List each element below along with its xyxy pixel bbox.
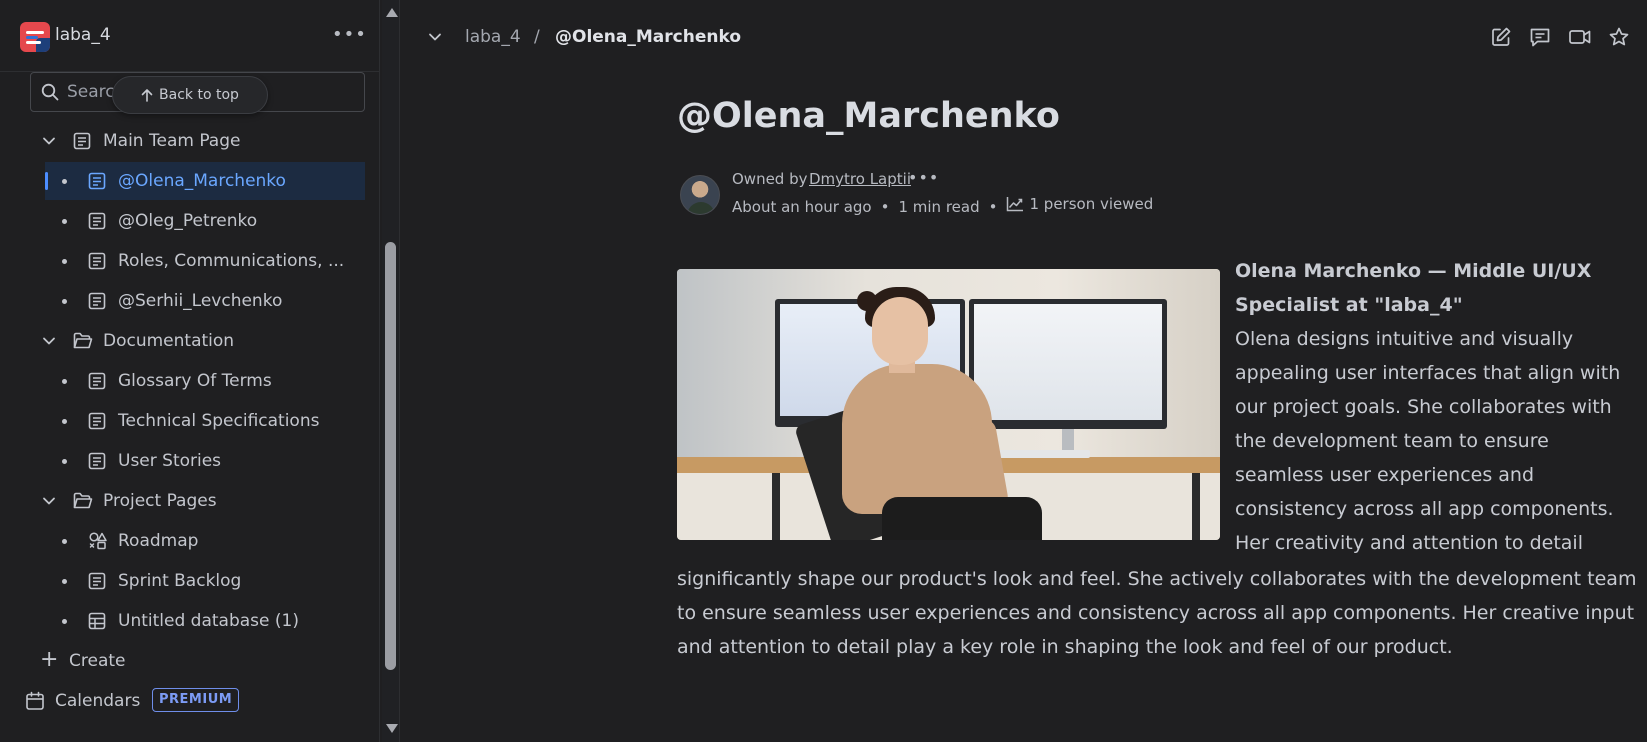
- page-icon: [88, 292, 106, 310]
- page-icon: [88, 412, 106, 430]
- arrow-up-icon: [141, 89, 153, 102]
- folder-open-icon: [73, 332, 93, 349]
- tree-item-label: Sprint Backlog: [118, 571, 242, 591]
- read-time: 1 min read: [898, 198, 980, 216]
- page-icon: [88, 252, 106, 270]
- tree-item-label: Technical Specifications: [118, 411, 320, 431]
- tree-item-project-pages[interactable]: Project Pages: [0, 482, 380, 520]
- tree-item-label: Untitled database (1): [118, 611, 299, 631]
- chevron-down-icon[interactable]: [42, 494, 56, 508]
- bio-heading: Olena Marchenko — Middle UI/UX Specialis…: [1235, 260, 1592, 316]
- tree-item-technical-specifications[interactable]: Technical Specifications: [0, 402, 380, 440]
- breadcrumb-separator: /: [534, 27, 540, 47]
- bullet-icon: [62, 379, 67, 384]
- bio-paragraph-side: Olena designs intuitive and visually app…: [1235, 328, 1621, 554]
- tree-item-main-team-page[interactable]: Main Team Page: [0, 122, 380, 160]
- tree-item-olena-marchenko[interactable]: @Olena_Marchenko: [45, 162, 365, 200]
- space-logo-icon[interactable]: [20, 22, 50, 52]
- tree-item-sprint-backlog[interactable]: Sprint Backlog: [0, 562, 380, 600]
- owner-avatar[interactable]: [680, 175, 720, 215]
- video-icon[interactable]: [1568, 26, 1592, 48]
- scroll-up-arrow-icon[interactable]: [386, 8, 398, 17]
- breadcrumb-space[interactable]: laba_4: [465, 27, 521, 47]
- bullet-icon: [62, 579, 67, 584]
- tree-item-user-stories[interactable]: User Stories: [0, 442, 380, 480]
- scroll-down-arrow-icon[interactable]: [386, 724, 398, 733]
- tree-item-oleg-petrenko[interactable]: @Oleg_Petrenko: [0, 202, 380, 240]
- plus-icon: +: [40, 647, 59, 672]
- chevron-down-icon[interactable]: [428, 30, 442, 44]
- bullet-icon: [62, 259, 67, 264]
- profile-photo[interactable]: [677, 269, 1220, 540]
- search-icon: [41, 83, 59, 101]
- tree-item-roadmap[interactable]: Roadmap: [0, 522, 380, 560]
- tree-item-documentation[interactable]: Documentation: [0, 322, 380, 360]
- breadcrumb-current[interactable]: @Olena_Marchenko: [555, 27, 741, 47]
- bullet-icon: [62, 539, 67, 544]
- bullet-icon: [62, 619, 67, 624]
- tree-item-label: @Serhii_Levchenko: [118, 291, 283, 311]
- app: laba_4 ••• Back to top Main Team Page: [0, 0, 1647, 742]
- calendars-label: Calendars: [55, 691, 141, 711]
- page-icon: [88, 172, 106, 190]
- page-meta: About an hour ago • 1 min read • 1 person vi…: [732, 195, 1153, 216]
- back-to-top-label: Back to top: [159, 87, 239, 103]
- owner-more-icon[interactable]: •••: [908, 168, 939, 187]
- page-title: @Olena_Marchenko: [677, 96, 1060, 136]
- views-label: 1 person viewed: [1029, 195, 1154, 213]
- space-name[interactable]: laba_4: [55, 25, 111, 45]
- sidebar-header: laba_4 •••: [0, 0, 380, 72]
- calendar-icon: [26, 691, 44, 710]
- page-icon: [88, 212, 106, 230]
- analytics-chart-icon: [1007, 197, 1024, 212]
- scrollbar-thumb[interactable]: [385, 242, 396, 670]
- bullet-icon: [62, 419, 67, 424]
- database-table-icon: [88, 612, 106, 630]
- topbar: laba_4 / @Olena_Marchenko: [400, 0, 1647, 76]
- create-label: Create: [69, 651, 126, 671]
- comment-icon[interactable]: [1529, 26, 1551, 48]
- chevron-down-icon[interactable]: [42, 134, 56, 148]
- page-icon: [88, 572, 106, 590]
- edit-icon[interactable]: [1490, 26, 1512, 48]
- more-actions-icon[interactable]: •••: [332, 24, 367, 45]
- tree-item-label: Roles, Communications, ...: [118, 251, 345, 271]
- tree-item-roles-communications[interactable]: Roles, Communications, ...: [0, 242, 380, 280]
- tree-item-label: Documentation: [103, 331, 235, 351]
- bullet-icon: [62, 459, 67, 464]
- page-icon: [88, 372, 106, 390]
- sidebar-divider[interactable]: [399, 0, 400, 742]
- tree-item-label: Project Pages: [103, 491, 217, 511]
- tree-item-untitled-database[interactable]: Untitled database (1): [0, 602, 380, 640]
- folder-open-icon: [73, 492, 93, 509]
- owned-by-label: Owned by: [732, 170, 808, 188]
- tree-item-label: Main Team Page: [103, 131, 241, 151]
- tree-item-label: @Oleg_Petrenko: [118, 211, 258, 231]
- bio-paragraph-wide: significantly shape our product's look a…: [677, 568, 1637, 658]
- tree-item-label: User Stories: [118, 451, 222, 471]
- roadmap-shapes-icon: [89, 532, 107, 550]
- page-icon: [88, 452, 106, 470]
- tree-item-label: Glossary Of Terms: [118, 371, 272, 391]
- meta-separator: •: [988, 198, 998, 216]
- tree-item-serhii-levchenko[interactable]: @Serhii_Levchenko: [0, 282, 380, 320]
- chevron-down-icon[interactable]: [42, 334, 56, 348]
- meta-separator: •: [880, 198, 890, 216]
- tree-item-glossary-of-terms[interactable]: Glossary Of Terms: [0, 362, 380, 400]
- bullet-icon: [62, 219, 67, 224]
- tree-item-label: @Olena_Marchenko: [118, 171, 286, 191]
- sidebar: laba_4 ••• Back to top Main Team Page: [0, 0, 380, 742]
- premium-badge: PREMIUM: [152, 688, 240, 712]
- selected-indicator: [45, 172, 48, 190]
- page-views-button[interactable]: 1 person viewed: [1006, 195, 1153, 213]
- star-icon[interactable]: [1608, 26, 1630, 48]
- back-to-top-button[interactable]: Back to top: [112, 76, 268, 114]
- bullet-icon: [62, 179, 67, 184]
- owner-link[interactable]: Dmytro Laptii: [809, 170, 911, 188]
- updated-time: About an hour ago: [732, 198, 872, 216]
- tree-item-label: Roadmap: [118, 531, 199, 551]
- page-icon: [73, 132, 91, 150]
- bullet-icon: [62, 299, 67, 304]
